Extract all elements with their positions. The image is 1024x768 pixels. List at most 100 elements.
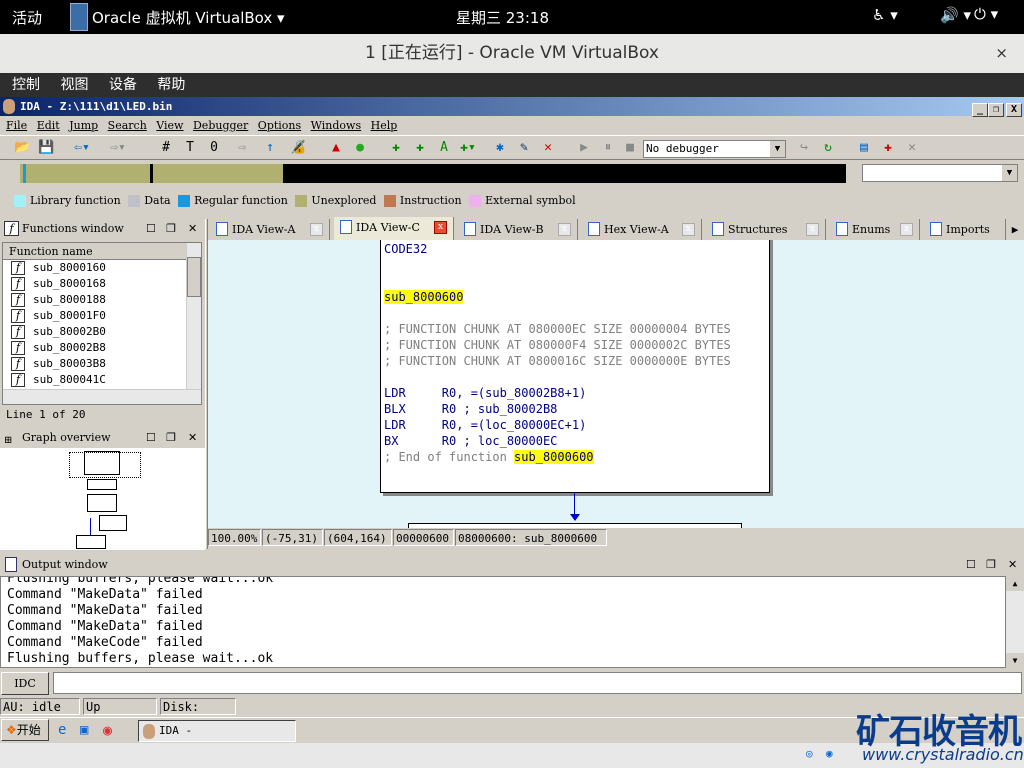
- graph-node[interactable]: CODE32 sub_8000600 ; FUNCTION CHUNK AT 0…: [380, 240, 770, 493]
- undefine-icon[interactable]: ✱: [492, 140, 508, 156]
- up-arrow-icon[interactable]: ↑: [262, 140, 278, 156]
- function-list-item[interactable]: f sub_8000168: [3, 276, 201, 292]
- segment-select[interactable]: ▼: [862, 164, 1018, 182]
- binary-search-icon[interactable]: #: [158, 140, 174, 156]
- float-icon[interactable]: ❐: [166, 428, 176, 448]
- play-icon[interactable]: ▶: [576, 140, 592, 156]
- tab-hex-view-a[interactable]: Hex View-A x: [582, 219, 702, 240]
- close-button[interactable]: ×: [995, 34, 1008, 73]
- immediate-search-icon[interactable]: 0: [206, 140, 222, 156]
- tab-close-icon[interactable]: x: [434, 221, 447, 234]
- tray-icon[interactable]: ◎: [806, 747, 813, 760]
- column-header-function-name[interactable]: Function name: [3, 243, 187, 260]
- accessibility-icon[interactable]: ♿ ▾: [872, 6, 898, 24]
- tab-close-icon[interactable]: x: [682, 223, 695, 236]
- menu-view[interactable]: View: [156, 119, 183, 132]
- tab-close-icon[interactable]: x: [310, 223, 323, 236]
- function-list-item[interactable]: f sub_8000160: [3, 260, 201, 276]
- float-icon[interactable]: ❐: [166, 219, 176, 239]
- rename-icon[interactable]: 🔏: [290, 140, 306, 156]
- maximize-icon[interactable]: ☐: [146, 219, 156, 239]
- start-button[interactable]: ❖开始: [1, 719, 49, 741]
- step-into-icon[interactable]: ↪: [796, 140, 812, 156]
- output-scrollbar[interactable]: ▲ ▼: [1006, 576, 1024, 668]
- volume-icon[interactable]: 🔊 ▾: [940, 6, 971, 24]
- menu-devices[interactable]: 设备: [109, 77, 137, 93]
- graph-view[interactable]: CODE32 sub_8000600 ; FUNCTION CHUNK AT 0…: [208, 240, 1024, 528]
- function-list-item[interactable]: f sub_8000188: [3, 292, 201, 308]
- scroll-up-icon[interactable]: ▲: [1006, 576, 1024, 591]
- tray-icon[interactable]: ◉: [826, 747, 833, 760]
- make-ascii-icon[interactable]: A: [436, 140, 452, 156]
- close-window-button[interactable]: X: [1006, 103, 1022, 117]
- function-list-item[interactable]: f sub_80003B8: [3, 356, 201, 372]
- navigation-band[interactable]: [23, 164, 846, 183]
- command-input[interactable]: [53, 672, 1022, 694]
- close-icon[interactable]: ✕: [188, 428, 197, 448]
- menu-jump[interactable]: Jump: [69, 119, 98, 132]
- close-icon[interactable]: ✕: [1008, 555, 1017, 575]
- next-icon[interactable]: ⇨: [234, 140, 250, 156]
- tab-close-icon[interactable]: x: [900, 223, 913, 236]
- code-line[interactable]: BX R0 ; loc_80000EC: [384, 434, 557, 448]
- menu-file[interactable]: File: [6, 119, 27, 132]
- menu-control[interactable]: 控制: [12, 77, 40, 93]
- make-code-icon[interactable]: ✚: [388, 140, 404, 156]
- clock[interactable]: 星期三 23:18: [456, 7, 549, 28]
- code-line[interactable]: BLX R0 ; sub_80002B8: [384, 402, 557, 416]
- output-log[interactable]: Flushing buffers, please wait...ok Comman…: [0, 576, 1006, 668]
- open-icon[interactable]: 📂: [14, 140, 30, 156]
- maximize-icon[interactable]: ☐: [966, 555, 976, 575]
- graph-node[interactable]: [408, 523, 742, 528]
- restore-button[interactable]: ❐: [988, 103, 1004, 117]
- make-data-icon[interactable]: ✚: [412, 140, 428, 156]
- close-icon[interactable]: ✕: [188, 219, 197, 239]
- minimize-button[interactable]: _: [972, 103, 988, 117]
- scroll-down-icon[interactable]: ▼: [1006, 653, 1024, 668]
- horizontal-scrollbar[interactable]: [3, 389, 201, 404]
- scrollbar-thumb[interactable]: [187, 257, 201, 297]
- function-list-item[interactable]: f sub_80002B0: [3, 324, 201, 340]
- code-line[interactable]: LDR R0, =(loc_80000EC+1): [384, 418, 586, 432]
- menu-help[interactable]: Help: [371, 119, 398, 132]
- tab-ida-view-a[interactable]: IDA View-A x: [210, 219, 330, 240]
- breakpoint-list-icon[interactable]: ▤: [856, 140, 872, 156]
- function-list-item[interactable]: f sub_80001F0: [3, 308, 201, 324]
- menu-debugger[interactable]: Debugger: [193, 119, 248, 132]
- idc-button[interactable]: IDC: [1, 672, 49, 695]
- menu-options[interactable]: Options: [258, 119, 301, 132]
- step-over-icon[interactable]: ↻: [820, 140, 836, 156]
- function-list-item[interactable]: f sub_800041C: [3, 372, 201, 388]
- make-array-icon[interactable]: ✚▾: [460, 140, 476, 156]
- green-circle-icon[interactable]: ●: [352, 140, 368, 156]
- delete-icon[interactable]: ✕: [540, 140, 556, 156]
- menu-search[interactable]: Search: [108, 119, 147, 132]
- graph-icon[interactable]: ▲: [328, 140, 344, 156]
- tab-close-icon[interactable]: x: [806, 223, 819, 236]
- stop-icon[interactable]: ■: [622, 140, 638, 156]
- menu-help[interactable]: 帮助: [157, 77, 185, 93]
- chrome-icon[interactable]: ◉: [103, 721, 112, 739]
- graph-overview[interactable]: [0, 448, 205, 550]
- vertical-scrollbar[interactable]: [186, 243, 201, 389]
- remove-breakpoint-icon[interactable]: ✕: [904, 140, 920, 156]
- debugger-select[interactable]: No debugger ▼: [643, 140, 786, 158]
- add-breakpoint-icon[interactable]: ✚: [880, 140, 896, 156]
- forward-icon[interactable]: ⇨▾: [110, 140, 126, 156]
- tab-ida-view-b[interactable]: IDA View-B x: [458, 219, 578, 240]
- tab-close-icon[interactable]: x: [558, 223, 571, 236]
- tabs-scroll-right[interactable]: ▶: [1006, 219, 1024, 240]
- tab-imports[interactable]: Imports: [924, 219, 1006, 240]
- function-list-item[interactable]: f sub_80002B8: [3, 340, 201, 356]
- activities-button[interactable]: 活动: [12, 7, 42, 28]
- power-icon[interactable]: ⏻ ▾: [974, 5, 998, 23]
- tab-ida-view-c[interactable]: IDA View-C x: [334, 217, 454, 240]
- maximize-icon[interactable]: ☐: [146, 428, 156, 448]
- float-icon[interactable]: ❐: [986, 555, 996, 575]
- edit-icon[interactable]: ✎: [516, 140, 532, 156]
- app-menu[interactable]: Oracle 虚拟机 VirtualBox ▾: [92, 7, 285, 28]
- end-function-name[interactable]: sub_8000600: [514, 450, 594, 464]
- taskbar-item-ida[interactable]: IDA - Z:\111\d1\LED...: [138, 720, 296, 757]
- ie-icon[interactable]: e: [58, 722, 66, 738]
- function-name-label[interactable]: sub_8000600: [384, 290, 464, 304]
